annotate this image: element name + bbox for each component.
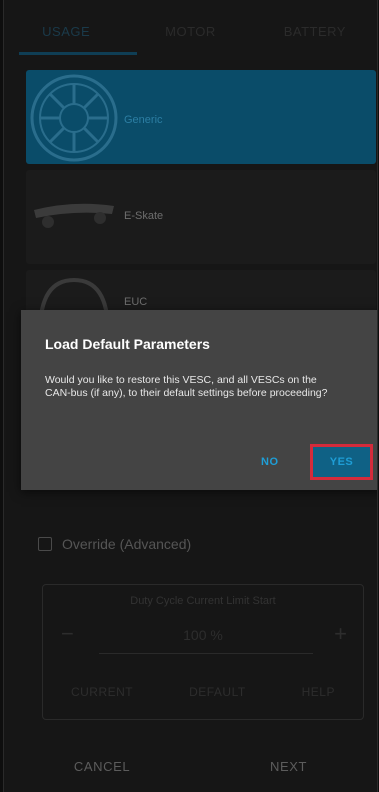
usage-option-eskate[interactable]: E-Skate — [26, 170, 376, 264]
active-tab-indicator — [19, 52, 137, 55]
dialog-message: Would you like to restore this VESC, and… — [45, 374, 328, 399]
parameter-editor: Duty Cycle Current Limit Start − 100 % +… — [42, 584, 364, 720]
phone-screen: USAGE MOTOR BATTERY Generic E-Skate EUC … — [3, 0, 378, 792]
help-button[interactable]: HELP — [302, 685, 335, 699]
default-button[interactable]: DEFAULT — [189, 685, 246, 699]
tab-motor[interactable]: MOTOR — [128, 0, 252, 56]
value-underline — [99, 653, 313, 654]
usage-option-label: E-Skate — [124, 210, 164, 222]
current-button[interactable]: CURRENT — [71, 685, 133, 699]
override-checkbox[interactable] — [38, 537, 52, 551]
footer-bar: CANCEL NEXT — [4, 740, 377, 792]
yes-button-label: YES — [329, 456, 354, 468]
cancel-button[interactable]: CANCEL — [74, 759, 130, 774]
dialog-title: Load Default Parameters — [45, 336, 210, 352]
tab-battery[interactable]: BATTERY — [253, 0, 377, 56]
override-label: Override (Advanced) — [62, 536, 192, 552]
no-button[interactable]: NO — [261, 456, 279, 468]
tab-bar: USAGE MOTOR BATTERY — [4, 0, 377, 56]
usage-option-label: Generic — [124, 114, 163, 126]
usage-option-generic[interactable]: Generic — [26, 70, 376, 164]
override-toggle[interactable]: Override (Advanced) — [38, 536, 191, 552]
motor-wheel-icon — [28, 72, 120, 169]
skateboard-icon — [28, 172, 120, 267]
parameter-actions: CURRENT DEFAULT HELP — [43, 685, 363, 699]
parameter-value[interactable]: 100 % — [43, 627, 363, 643]
increase-button[interactable]: + — [334, 621, 347, 647]
next-button[interactable]: NEXT — [270, 759, 307, 774]
tab-usage[interactable]: USAGE — [4, 0, 128, 56]
parameter-title: Duty Cycle Current Limit Start — [130, 595, 276, 607]
usage-option-label: EUC — [124, 296, 148, 308]
yes-button[interactable]: YES — [310, 444, 373, 480]
load-defaults-dialog: Load Default Parameters Would you like t… — [21, 310, 377, 490]
